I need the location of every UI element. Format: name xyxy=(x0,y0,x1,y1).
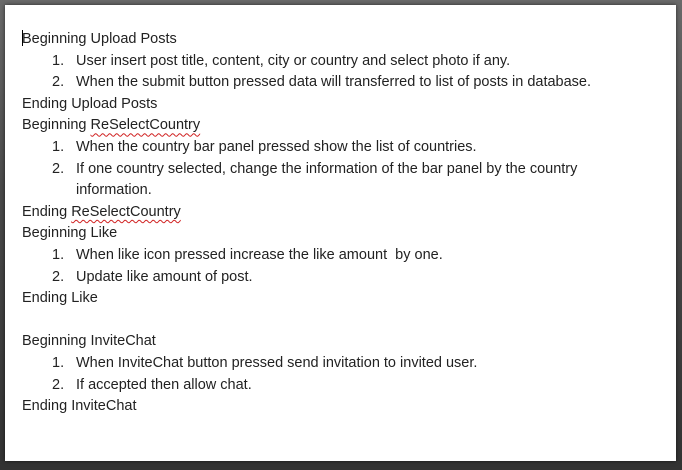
section-begin-invitechat: Beginning InviteChat xyxy=(22,333,156,350)
document-body[interactable]: Beginning Upload Posts 1. User insert po… xyxy=(22,29,662,418)
list-number: 2. xyxy=(52,74,65,91)
list-item: 1. When like icon pressed increase the l… xyxy=(22,245,662,267)
empty-line xyxy=(22,310,662,332)
list-item: 1. User insert post title, content, city… xyxy=(22,51,662,73)
list-text: When like icon pressed increase the like… xyxy=(76,246,443,263)
list-text: User insert post title, content, city or… xyxy=(76,52,511,69)
list-text: If one country selected, change the info… xyxy=(76,160,578,199)
list-text: When InviteChat button pressed send invi… xyxy=(76,354,478,371)
section-name: Upload Posts xyxy=(90,31,177,47)
list-number: 2. xyxy=(52,268,65,285)
list-text: Update like amount of post. xyxy=(76,268,253,285)
list-text: When the country bar panel pressed show … xyxy=(76,138,477,155)
section-begin-upload-posts: Beginning Upload Posts xyxy=(22,30,177,47)
list-number: 2. xyxy=(52,160,65,177)
list-item: 1. When InviteChat button pressed send i… xyxy=(22,353,662,375)
section-name: InviteChat xyxy=(90,333,156,350)
list-number: 1. xyxy=(52,246,65,263)
section-end-upload-posts: Ending Upload Posts xyxy=(22,95,158,112)
list-item: 2. If one country selected, change the i… xyxy=(22,159,662,202)
list-item: 1. When the country bar panel pressed sh… xyxy=(22,137,662,159)
list-item: 2. Update like amount of post. xyxy=(22,267,662,289)
section-name: Like xyxy=(71,290,98,307)
section-name-misspelled[interactable]: ReSelectCountry xyxy=(91,117,201,133)
section-end-invitechat: Ending InviteChat xyxy=(22,398,137,415)
section-name-misspelled[interactable]: ReSelectCountry xyxy=(71,204,181,220)
section-end-like: Ending Like xyxy=(22,290,98,307)
list-item: 2. If accepted then allow chat. xyxy=(22,375,662,397)
section-begin-reselectcountry: Beginning ReSelectCountry xyxy=(22,117,201,134)
section-end-reselectcountry: Ending ReSelectCountry xyxy=(22,203,181,220)
list-item: 2. When the submit button pressed data w… xyxy=(22,72,662,94)
list-number: 1. xyxy=(52,52,65,69)
document-page[interactable]: Beginning Upload Posts 1. User insert po… xyxy=(5,5,676,461)
section-name: InviteChat xyxy=(71,398,137,415)
list-number: 2. xyxy=(52,376,65,393)
section-name: Like xyxy=(90,225,118,242)
list-number: 1. xyxy=(52,354,65,371)
list-text: If accepted then allow chat. xyxy=(76,376,252,393)
section-name: Upload Posts xyxy=(71,95,158,112)
list-number: 1. xyxy=(52,138,65,155)
list-text: When the submit button pressed data will… xyxy=(76,74,592,91)
screen-frame: Beginning Upload Posts 1. User insert po… xyxy=(0,0,682,470)
section-begin-like: Beginning Like xyxy=(22,225,118,242)
